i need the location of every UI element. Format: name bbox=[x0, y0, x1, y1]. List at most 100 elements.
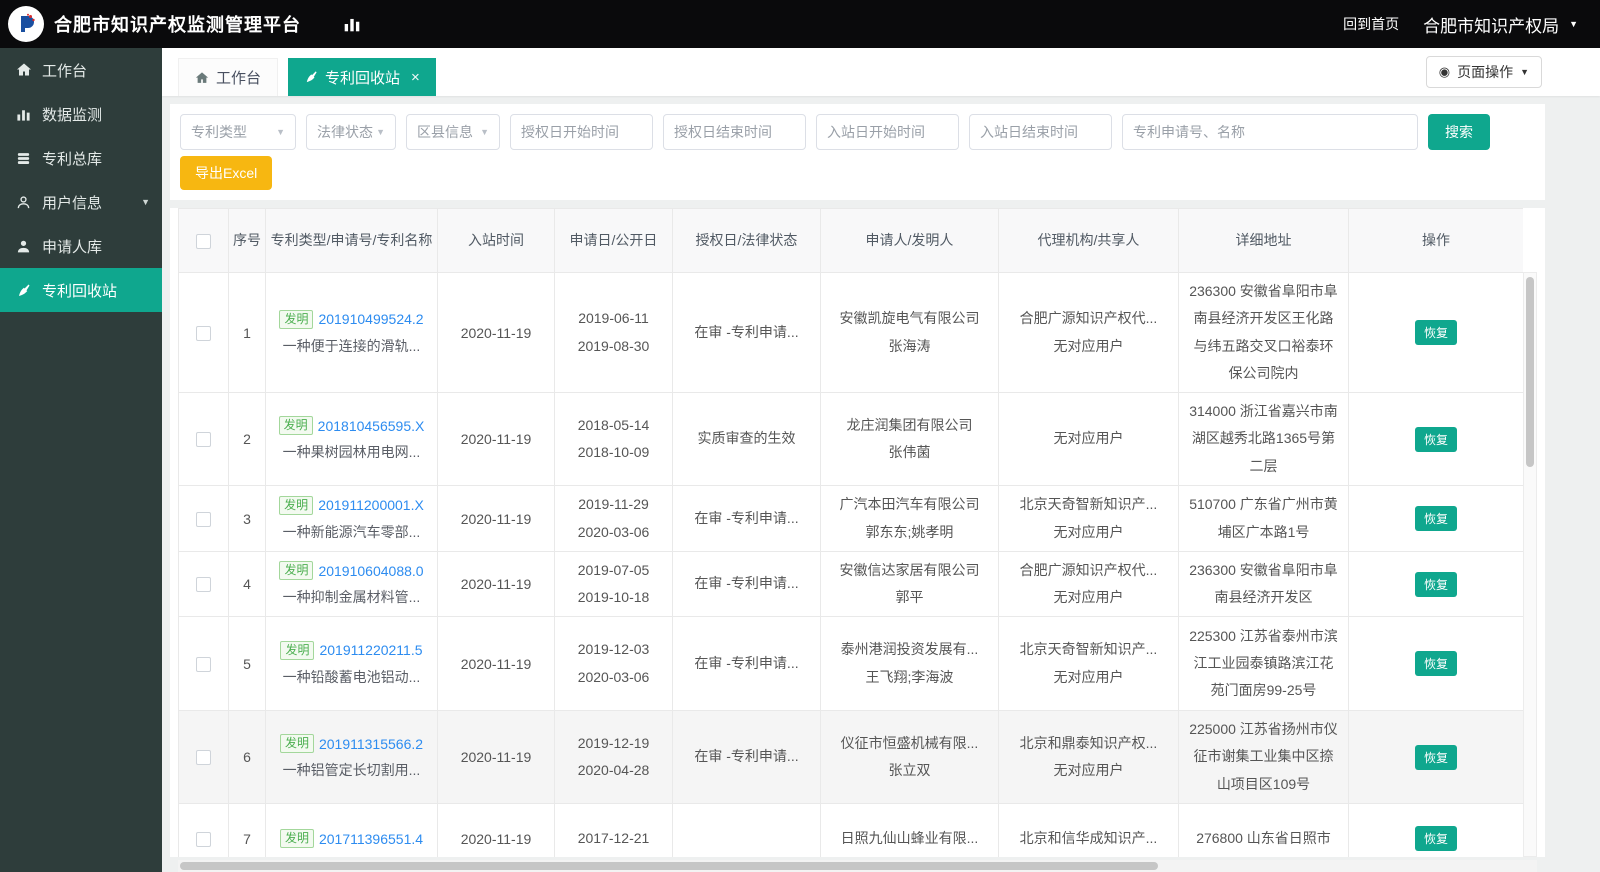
sidebar-item-patent-repository[interactable]: 专利总库 bbox=[0, 136, 162, 180]
patent-type-badge: 发明 bbox=[279, 829, 314, 848]
user-org-menu[interactable]: 合肥市知识产权局 ▼ bbox=[1423, 12, 1578, 37]
agency: 北京和鼎泰知识产权... bbox=[1019, 734, 1158, 751]
row-checkbox[interactable] bbox=[196, 511, 211, 527]
select-all-checkbox[interactable] bbox=[196, 234, 211, 250]
address: 225000 江苏省扬州市仪征市谢集工业集中区捺山项目区109号 bbox=[1178, 710, 1349, 804]
vertical-scrollbar-thumb[interactable] bbox=[1526, 277, 1534, 467]
entry-end-date-input[interactable] bbox=[969, 114, 1112, 150]
patent-number-link[interactable]: 201810456595.X bbox=[318, 418, 425, 434]
row-checkbox[interactable] bbox=[196, 325, 211, 341]
restore-button[interactable]: 恢复 bbox=[1414, 426, 1457, 452]
applicant-cell: 日照九仙山蜂业有限... bbox=[820, 803, 999, 857]
patent-type-select[interactable]: 专利类型 ▼ bbox=[180, 114, 296, 150]
checkbox-cell bbox=[178, 710, 229, 804]
auth-start-date-input[interactable] bbox=[510, 114, 653, 150]
actions-cell: 恢复 bbox=[1348, 616, 1523, 711]
legal-status: 实质审查的生效 bbox=[697, 430, 796, 447]
entry-start-date-input[interactable] bbox=[816, 114, 959, 150]
row-checkbox[interactable] bbox=[196, 750, 211, 766]
agency: 北京天奇智新知识产... bbox=[1019, 641, 1158, 658]
patent-number-link[interactable]: 201911315566.2 bbox=[319, 736, 423, 752]
patent-number-link[interactable]: 201911220211.5 bbox=[319, 642, 422, 658]
row-checkbox[interactable] bbox=[196, 577, 211, 593]
col-address: 详细地址 bbox=[1178, 208, 1349, 273]
page-actions-button[interactable]: ◉ 页面操作 ▼ bbox=[1425, 56, 1542, 88]
tab-label: 专利回收站 bbox=[325, 69, 401, 87]
home-link[interactable]: 回到首页 bbox=[1343, 14, 1399, 34]
tab-patent-recycle-bin[interactable]: 专利回收站 × bbox=[288, 58, 436, 96]
row-index: 3 bbox=[228, 485, 266, 552]
table-row: 3 发明 201911200001.X 一种新能源汽车零部... 2020-11-… bbox=[178, 485, 1523, 552]
apply-publish-cell: 2019-06-11 2019-08-30 bbox=[554, 272, 673, 393]
person-icon bbox=[15, 238, 32, 255]
actions-cell: 恢复 bbox=[1348, 392, 1523, 486]
patent-name: 一种果树园林用电网... bbox=[282, 444, 421, 460]
legal-status: 在审 -专利申请... bbox=[694, 323, 799, 340]
export-excel-button[interactable]: 导出Excel bbox=[180, 156, 273, 190]
close-icon[interactable]: × bbox=[411, 69, 420, 86]
restore-button[interactable]: 恢复 bbox=[1414, 651, 1457, 676]
patent-number-link[interactable]: 201711396551.4 bbox=[319, 831, 423, 847]
applicant: 泰州港润投资发展有... bbox=[840, 641, 979, 658]
sidebar-item-applicant-library[interactable]: 申请人库 bbox=[0, 224, 162, 268]
agency-cell: 北京和信华成知识产... bbox=[998, 803, 1179, 857]
sidebar-item-data-monitor[interactable]: 数据监测 bbox=[0, 92, 162, 136]
restore-button[interactable]: 恢复 bbox=[1414, 506, 1457, 531]
patent-type-badge: 发明 bbox=[280, 640, 315, 660]
entry-date: 2020-11-19 bbox=[437, 710, 555, 804]
row-checkbox[interactable] bbox=[196, 656, 211, 672]
patent-type-badge: 发明 bbox=[279, 309, 314, 329]
sidebar: 工作台 数据监测 专利总库 用户信息 ▼ 申请人库 专利回收站 bbox=[0, 48, 162, 872]
sharer: 无对应用户 bbox=[1053, 668, 1124, 685]
keyword-input[interactable] bbox=[1122, 114, 1418, 150]
applicant-cell: 龙庄润集团有限公司 张伟菌 bbox=[820, 392, 999, 486]
agency-cell: 合肥广源知识产权代... 无对应用户 bbox=[998, 551, 1179, 617]
search-button[interactable]: 搜索 bbox=[1428, 114, 1490, 150]
home-icon bbox=[195, 71, 209, 85]
horizontal-scrollbar-thumb[interactable] bbox=[180, 862, 1159, 870]
horizontal-scrollbar[interactable] bbox=[178, 860, 1537, 872]
table-row: 5 发明 201911220211.5 一种铅酸蓄电池铝动... 2020-11-… bbox=[178, 616, 1523, 711]
col-agency: 代理机构/共享人 bbox=[998, 208, 1179, 273]
legal-status-select[interactable]: 法律状态 ▼ bbox=[306, 114, 396, 150]
sidebar-item-patent-recycle-bin[interactable]: 专利回收站 bbox=[0, 268, 162, 312]
row-index: 2 bbox=[228, 392, 266, 486]
patent-number-link[interactable]: 201910499524.2 bbox=[318, 311, 423, 327]
address: 510700 广东省广州市黄埔区广本路1号 bbox=[1178, 485, 1349, 552]
auth-end-date-input[interactable] bbox=[663, 114, 806, 150]
sharer: 无对应用户 bbox=[1053, 589, 1124, 605]
broom-icon bbox=[304, 70, 318, 84]
patent-number-link[interactable]: 201911200001.X bbox=[318, 497, 424, 513]
restore-button[interactable]: 恢复 bbox=[1414, 320, 1457, 345]
col-actions: 操作 bbox=[1348, 208, 1523, 273]
address: 225300 江苏省泰州市滨江工业园泰镇路滨江花苑门面房99-25号 bbox=[1178, 616, 1349, 711]
checkbox-cell bbox=[178, 803, 229, 857]
sidebar-item-user-info[interactable]: 用户信息 ▼ bbox=[0, 180, 162, 224]
district-select[interactable]: 区县信息 ▼ bbox=[406, 114, 500, 150]
bar-chart-icon bbox=[343, 15, 361, 33]
patent-cell: 发明 201911220211.5 一种铅酸蓄电池铝动... bbox=[265, 616, 438, 711]
row-checkbox[interactable] bbox=[196, 432, 211, 448]
restore-button[interactable]: 恢复 bbox=[1414, 826, 1457, 851]
chevron-down-icon: ▼ bbox=[1569, 18, 1578, 29]
actions-cell: 恢复 bbox=[1348, 803, 1523, 857]
sidebar-item-workbench[interactable]: 工作台 bbox=[0, 48, 162, 92]
checkbox-cell bbox=[178, 616, 229, 711]
auth-status-cell: 实质审查的生效 bbox=[672, 392, 821, 486]
vertical-scrollbar[interactable] bbox=[1523, 272, 1537, 857]
agency-cell: 北京天奇智新知识产... 无对应用户 bbox=[998, 485, 1179, 552]
inventor: 张海涛 bbox=[888, 337, 931, 354]
agency: 北京天奇智新知识产... bbox=[1019, 496, 1158, 513]
table-row: 1 发明 201910499524.2 一种便于连接的滑轨... 2020-11-… bbox=[178, 272, 1523, 393]
chevron-down-icon: ▼ bbox=[141, 197, 150, 207]
row-checkbox[interactable] bbox=[196, 831, 211, 847]
apply-date: 2018-05-14 bbox=[577, 416, 650, 433]
sharer: 无对应用户 bbox=[1053, 337, 1124, 354]
patent-number-link[interactable]: 201910604088.0 bbox=[318, 563, 423, 579]
applicant: 仪征市恒盛机械有限... bbox=[840, 734, 979, 751]
tab-workbench[interactable]: 工作台 bbox=[178, 58, 279, 96]
patent-type-badge: 发明 bbox=[279, 734, 314, 753]
chevron-down-icon: ▼ bbox=[1520, 66, 1529, 77]
restore-button[interactable]: 恢复 bbox=[1414, 571, 1457, 597]
restore-button[interactable]: 恢复 bbox=[1414, 744, 1457, 770]
